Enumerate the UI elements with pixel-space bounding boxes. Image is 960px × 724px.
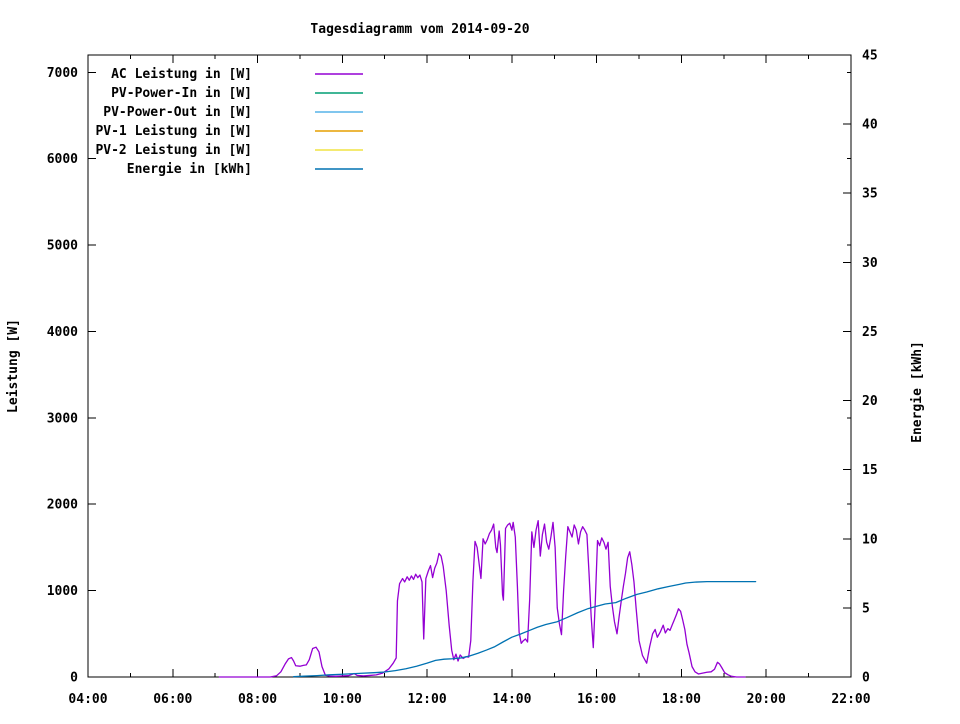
y2-tick-label: 25: [862, 325, 878, 340]
legend-label: AC Leistung in [W]: [111, 67, 252, 82]
x-tick-label: 08:00: [238, 692, 277, 707]
legend-label: PV-1 Leistung in [W]: [95, 124, 252, 139]
y2-tick-label: 0: [862, 671, 870, 686]
y-axis-label: Leistung [W]: [6, 319, 21, 413]
y-tick-label: 7000: [47, 66, 78, 81]
y2-tick-label: 35: [862, 187, 878, 202]
x-tick-label: 12:00: [408, 692, 447, 707]
y-tick-label: 6000: [47, 152, 78, 167]
legend-label: Energie in [kWh]: [127, 162, 252, 177]
legend-label: PV-Power-In in [W]: [111, 86, 252, 101]
y2-tick-label: 40: [862, 118, 878, 133]
x-tick-label: 04:00: [68, 692, 107, 707]
series-line: [218, 519, 746, 678]
legend-label: PV-Power-Out in [W]: [103, 105, 252, 120]
x-tick-label: 06:00: [153, 692, 192, 707]
tagesdiagramm-chart: Tagesdiagramm vom 2014-09-20 Leistung [W…: [0, 0, 960, 720]
x-tick-label: 20:00: [747, 692, 786, 707]
y-tick-label: 2000: [47, 498, 78, 513]
y2-tick-label: 5: [862, 601, 870, 616]
y2-axis-label: Energie [kWh]: [910, 341, 925, 443]
y2-tick-label: 30: [862, 256, 878, 271]
legend-label: PV-2 Leistung in [W]: [95, 143, 252, 158]
plot-area: 04:00 06:00 08:00 10:00 12:00 14:00 16:00 18:00…: [47, 49, 878, 708]
y-tick-label: 0: [70, 671, 78, 686]
y-tick-label: 1000: [47, 584, 78, 599]
x-tick-label: 16:00: [577, 692, 616, 707]
x-tick-label: 18:00: [662, 692, 701, 707]
x-tick-label: 10:00: [323, 692, 362, 707]
y2-tick-label: 15: [862, 463, 878, 478]
y-tick-label: 3000: [47, 411, 78, 426]
y2-tick-label: 10: [862, 532, 878, 547]
y2-tick-label: 20: [862, 394, 878, 409]
y-tick-label: 4000: [47, 325, 78, 340]
chart-canvas: Tagesdiagramm vom 2014-09-20 Leistung [W…: [6, 22, 925, 708]
x-tick-label: 22:00: [831, 692, 870, 707]
y2-tick-label: 45: [862, 49, 878, 64]
chart-title: Tagesdiagramm vom 2014-09-20: [310, 22, 529, 37]
x-tick-label: 14:00: [492, 692, 531, 707]
series-line: [292, 580, 757, 678]
y-tick-label: 5000: [47, 239, 78, 254]
